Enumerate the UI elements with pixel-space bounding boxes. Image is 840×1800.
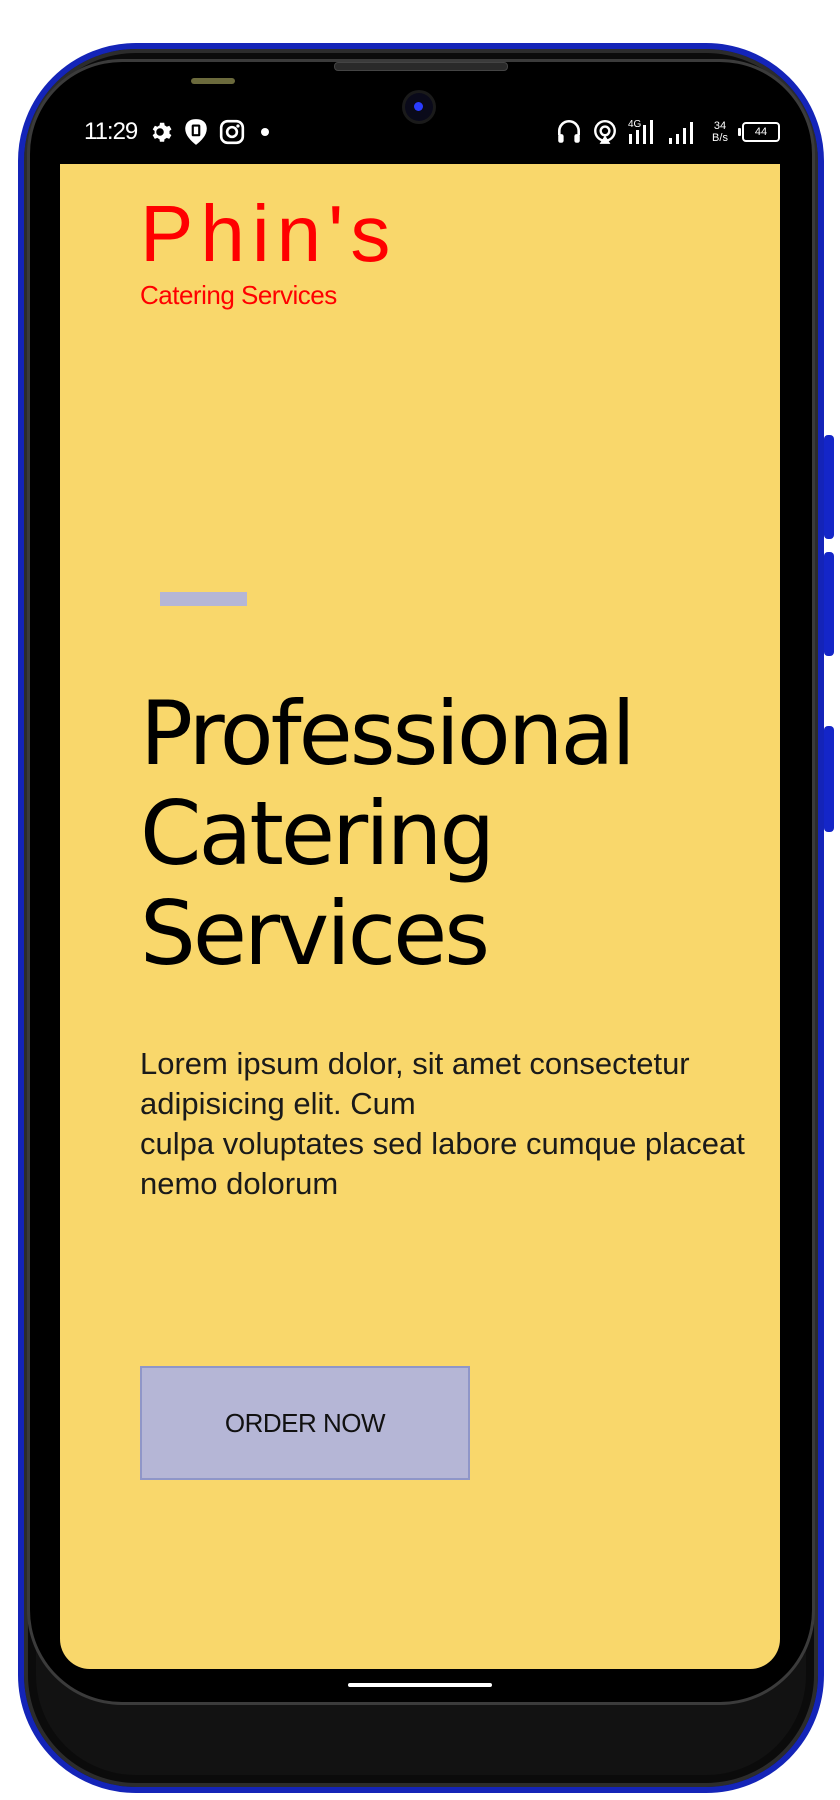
status-bar-right: 4G 34 B/s 44: [556, 118, 780, 146]
power-button: [824, 726, 834, 832]
brand-tagline: Catering Services: [140, 280, 337, 310]
battery-icon: 44: [738, 122, 780, 142]
signal-4g-icon: 4G: [628, 118, 658, 146]
status-bar-left: 11:29: [60, 118, 275, 146]
headphones-icon: [556, 118, 582, 146]
home-indicator[interactable]: [348, 1683, 492, 1687]
network-speed-value: 34: [713, 120, 727, 132]
dot-icon: [255, 122, 275, 142]
earpiece-speaker: [334, 62, 508, 71]
proximity-sensor: [191, 78, 235, 84]
status-bar: 11:29 4G 34 B/s 44: [60, 110, 780, 154]
network-speed-unit: B/s: [712, 132, 728, 144]
instagram-icon: [219, 119, 245, 145]
volume-down-button: [824, 552, 834, 656]
hotspot-icon: [592, 119, 618, 145]
gear-icon: [147, 119, 173, 145]
app-screen: Phin's Catering Services Professional Ca…: [60, 164, 780, 1669]
network-speed: 34 B/s: [708, 120, 732, 144]
brand-name: Phin's: [140, 189, 398, 278]
accent-bar: [160, 592, 247, 606]
network-type-label: 4G: [628, 119, 642, 130]
hero-title: Professional Catering Services: [140, 682, 636, 985]
volume-up-button: [824, 435, 834, 539]
battery-level: 44: [754, 126, 768, 138]
status-time: 11:29: [84, 118, 138, 145]
brand-logo[interactable]: Phin's Catering Services: [140, 194, 397, 311]
hero-description: Lorem ipsum dolor, sit amet consectetur …: [140, 1046, 745, 1201]
order-now-button[interactable]: ORDER NOW: [140, 1366, 470, 1480]
shield-notification-icon: [183, 118, 209, 146]
signal-icon: [668, 119, 698, 145]
